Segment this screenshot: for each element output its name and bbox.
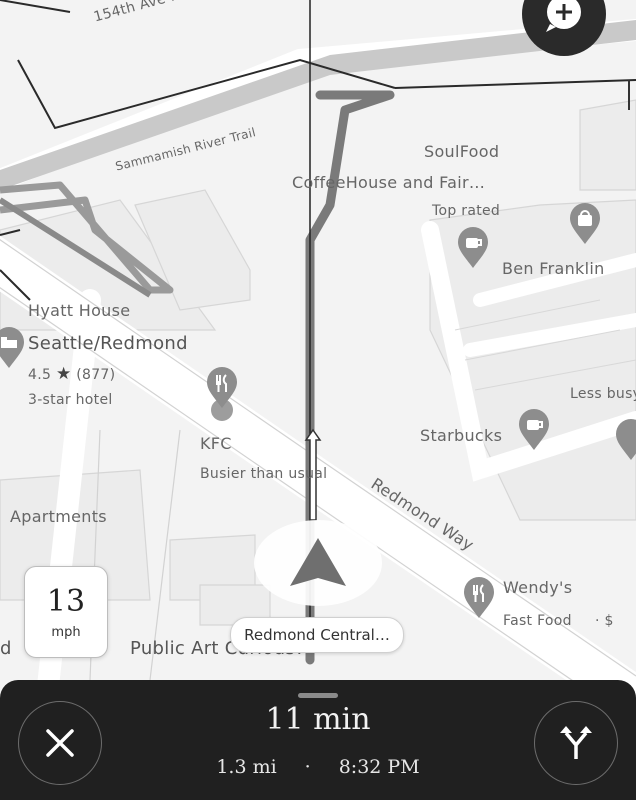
shopping-bag-pin-icon[interactable] (568, 202, 602, 246)
eta-duration: 11 min (265, 702, 371, 737)
route-split-icon (560, 726, 592, 759)
poi-wendys-price: · $ (595, 613, 614, 629)
arrival-time: 8:32 PM (338, 756, 420, 778)
close-navigation-button[interactable] (18, 701, 102, 785)
speed-indicator: 13 mph (24, 566, 108, 658)
restaurant-pin-icon[interactable] (462, 576, 496, 620)
add-report-icon (546, 0, 581, 32)
trip-separator: · (304, 756, 311, 778)
poi-hyatt-rating: 4.5 ★ (877) (28, 364, 115, 384)
partial-icon-right (628, 80, 636, 110)
poi-hyatt-name[interactable]: Hyatt House (28, 301, 130, 320)
rating-value: 4.5 (28, 367, 52, 383)
report-button[interactable] (522, 0, 606, 56)
poi-wendys[interactable]: Wendy's (503, 578, 572, 597)
poi-kfc[interactable]: KFC (200, 434, 232, 453)
poi-hyatt-class: 3-star hotel (28, 392, 113, 408)
poi-starbucks[interactable]: Starbucks (420, 426, 502, 445)
poi-apartments[interactable]: Apartments (10, 507, 107, 526)
coffee-pin-icon[interactable] (517, 408, 551, 452)
poi-ben-franklin[interactable]: Ben Franklin (502, 259, 605, 278)
star-icon: ★ (55, 364, 72, 384)
poi-soulfood[interactable]: SoulFood (424, 142, 499, 161)
pin-icon[interactable] (614, 418, 636, 462)
close-icon (46, 729, 74, 757)
trip-distance: 1.3 mi (216, 756, 277, 778)
poi-wendys-type: Fast Food (503, 613, 572, 629)
drag-handle[interactable] (298, 693, 338, 698)
poi-kfc-status: Busier than usual (200, 466, 328, 482)
trip-details: 1.3 mi · 8:32 PM (190, 756, 446, 778)
speed-value: 13 (46, 583, 86, 619)
alternate-routes-button[interactable] (534, 701, 618, 785)
poi-hyatt-location[interactable]: Seattle/Redmond (28, 333, 188, 354)
poi-top-rated-badge: Top rated (432, 203, 501, 219)
navigation-arrow-icon (290, 538, 346, 586)
poi-coffeehouse[interactable]: CoffeeHouse and Fair… (292, 173, 485, 192)
coffee-pin-icon[interactable] (456, 226, 490, 270)
speed-unit: mph (51, 624, 81, 640)
review-count: (877) (76, 367, 116, 383)
poi-partial-label: d (0, 638, 12, 659)
restaurant-pin-icon[interactable] (205, 366, 239, 410)
hotel-pin-icon[interactable] (0, 326, 26, 370)
current-street-pill[interactable]: Redmond Central… (230, 617, 404, 653)
poi-less-busy: Less busy (570, 386, 636, 402)
